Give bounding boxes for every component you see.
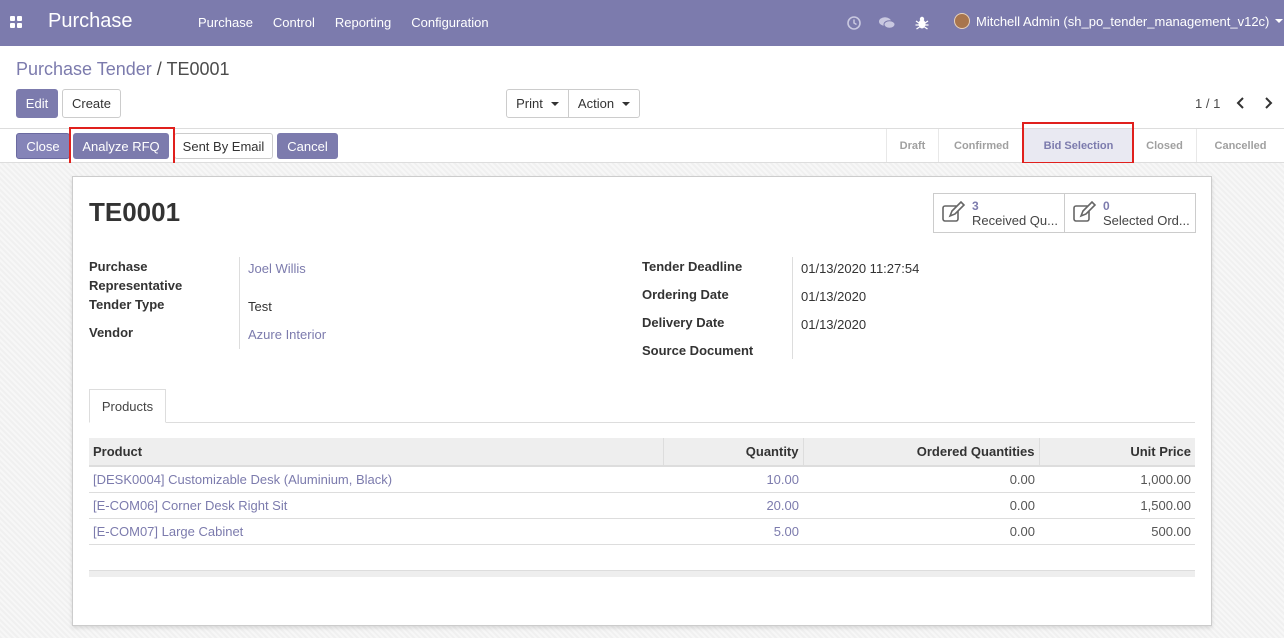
selected-count: 0 — [1103, 198, 1110, 213]
right-group-divider — [792, 257, 793, 359]
col-unit-price[interactable]: Unit Price — [1039, 438, 1195, 467]
state-cancelled[interactable]: Cancelled — [1196, 129, 1284, 162]
breadcrumb-current: TE0001 — [166, 59, 230, 79]
ordering-date-label: Ordering Date — [642, 287, 729, 302]
received-quotations-smart-button[interactable]: 3 Received Qu... — [933, 193, 1065, 233]
breadcrumb-separator: / — [156, 59, 162, 79]
caret-down-icon — [550, 101, 559, 106]
chat-icon[interactable] — [878, 14, 896, 32]
tender-type-value[interactable]: Test — [248, 297, 272, 316]
form-sheet: TE0001 3 Received Qu... 0 Selected Ord..… — [72, 176, 1212, 626]
state-draft[interactable]: Draft — [886, 129, 938, 162]
cell-unit-price[interactable]: 1,500.00 — [1039, 492, 1195, 519]
cell-quantity[interactable]: 20.00 — [663, 492, 803, 519]
bug-icon[interactable] — [913, 14, 931, 32]
avatar — [954, 13, 970, 29]
chevron-down-icon — [1275, 19, 1284, 23]
source-document-label: Source Document — [642, 343, 754, 358]
tender-deadline-label: Tender Deadline — [642, 259, 743, 274]
cell-product[interactable]: [E-COM06] Corner Desk Right Sit — [89, 492, 663, 519]
state-closed[interactable]: Closed — [1132, 129, 1196, 162]
chevron-left-icon[interactable] — [1234, 95, 1248, 111]
user-name: Mitchell Admin (sh_po_tender_management_… — [976, 13, 1270, 29]
vendor-value[interactable]: Azure Interior — [248, 325, 326, 344]
state-confirmed[interactable]: Confirmed — [938, 129, 1024, 162]
left-group-divider — [239, 257, 240, 349]
action-dropdown[interactable]: Action — [568, 89, 640, 118]
app-brand: Purchase — [48, 10, 133, 32]
products-table: Product Quantity Ordered Quantities Unit… — [89, 438, 1195, 545]
menu-item-purchase[interactable]: Purchase — [198, 15, 253, 30]
purchase-rep-value[interactable]: Joel Willis — [248, 259, 306, 278]
col-quantity[interactable]: Quantity — [663, 438, 804, 467]
cell-ordered-quantities: 0.00 — [803, 492, 1039, 519]
menu-item-reporting[interactable]: Reporting — [335, 15, 391, 30]
edit-icon — [1073, 200, 1097, 222]
selected-label: Selected Ord... — [1103, 212, 1190, 228]
menu-item-configuration[interactable]: Configuration — [411, 15, 488, 30]
main-menu: Purchase Control Reporting Configuration — [188, 15, 499, 30]
cell-quantity[interactable]: 10.00 — [663, 466, 803, 493]
tab-products[interactable]: Products — [89, 389, 166, 423]
menu-item-control[interactable]: Control — [273, 15, 315, 30]
cell-product[interactable]: [E-COM07] Large Cabinet — [89, 518, 663, 545]
print-label: Print — [516, 96, 543, 111]
col-ordered-quantities[interactable]: Ordered Quantities — [803, 438, 1040, 467]
state-bid-selection[interactable]: Bid Selection — [1024, 129, 1132, 162]
cell-product[interactable]: [DESK0004] Customizable Desk (Aluminium,… — [89, 466, 663, 493]
cell-unit-price[interactable]: 1,000.00 — [1039, 466, 1195, 493]
apps-menu-icon[interactable] — [10, 16, 22, 28]
received-count: 3 — [972, 198, 979, 213]
print-dropdown[interactable]: Print — [506, 89, 569, 118]
sent-by-email-button[interactable]: Sent By Email — [174, 133, 273, 159]
caret-down-icon — [622, 101, 631, 106]
purchase-rep-label-line2: Representative — [89, 278, 183, 293]
edit-icon — [942, 200, 966, 222]
col-product[interactable]: Product — [89, 438, 664, 467]
table-row[interactable]: [E-COM07] Large Cabinet 5.00 0.00 500.00 — [89, 518, 1195, 545]
close-button[interactable]: Close — [16, 133, 70, 159]
clock-icon[interactable] — [845, 14, 863, 32]
delivery-date-value[interactable]: 01/13/2020 — [801, 315, 866, 334]
cancel-button[interactable]: Cancel — [277, 133, 338, 159]
vendor-label: Vendor — [89, 325, 134, 340]
selected-orders-smart-button[interactable]: 0 Selected Ord... — [1064, 193, 1196, 233]
table-footer — [89, 570, 1195, 577]
table-row[interactable]: [E-COM06] Corner Desk Right Sit 20.00 0.… — [89, 492, 1195, 519]
chevron-right-icon[interactable] — [1261, 95, 1275, 111]
action-label: Action — [577, 96, 615, 111]
analyze-rfq-button[interactable]: Analyze RFQ — [73, 133, 169, 159]
tender-deadline-value[interactable]: 01/13/2020 11:27:54 — [801, 259, 919, 278]
pager-value[interactable]: 1 / 1 — [1195, 96, 1220, 111]
user-menu[interactable]: Mitchell Admin (sh_po_tender_management_… — [954, 13, 1284, 29]
delivery-date-label: Delivery Date — [642, 315, 725, 330]
cell-ordered-quantities: 0.00 — [803, 518, 1039, 545]
ordering-date-value[interactable]: 01/13/2020 — [801, 287, 866, 306]
notebook-tab-line — [89, 422, 1195, 423]
create-button[interactable]: Create — [62, 89, 121, 118]
edit-button[interactable]: Edit — [16, 89, 58, 118]
breadcrumb-parent[interactable]: Purchase Tender — [16, 59, 152, 79]
status-bar: Close Analyze RFQ Sent By Email Cancel D… — [0, 128, 1284, 163]
cell-quantity[interactable]: 5.00 — [663, 518, 803, 545]
tender-type-label: Tender Type — [89, 297, 165, 312]
top-navbar: Purchase Purchase Control Reporting Conf… — [0, 0, 1284, 46]
table-header-row: Product Quantity Ordered Quantities Unit… — [89, 438, 1195, 467]
cell-ordered-quantities: 0.00 — [803, 466, 1039, 493]
cell-unit-price[interactable]: 500.00 — [1039, 518, 1195, 545]
purchase-rep-label-line1: Purchase — [89, 259, 148, 274]
received-label: Received Qu... — [972, 212, 1058, 228]
table-row[interactable]: [DESK0004] Customizable Desk (Aluminium,… — [89, 466, 1195, 493]
record-title: TE0001 — [89, 197, 181, 227]
breadcrumb: Purchase Tender / TE0001 — [16, 59, 230, 80]
status-pipeline: Draft Confirmed Bid Selection Closed Can… — [886, 129, 1284, 162]
